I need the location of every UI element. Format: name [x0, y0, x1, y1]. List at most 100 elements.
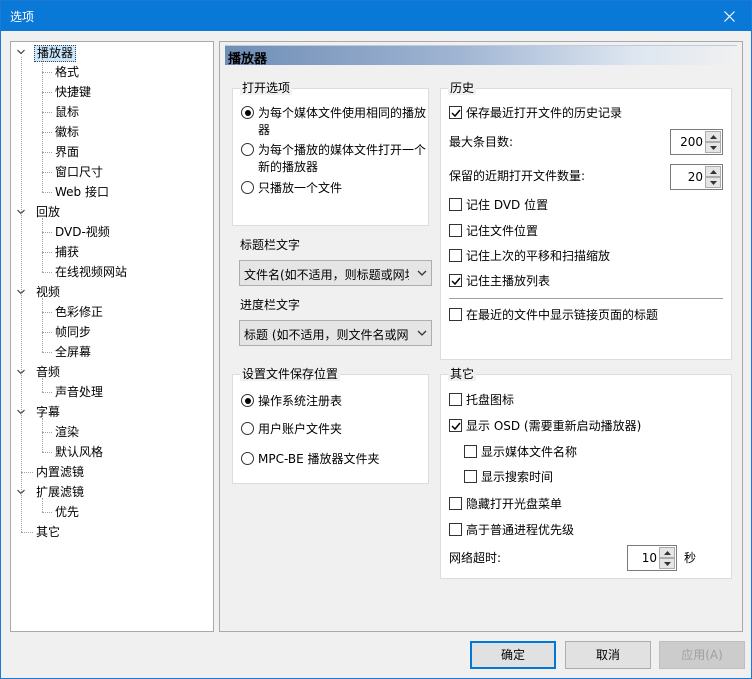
radio-user-folder-dot[interactable] [241, 422, 254, 435]
tree-node[interactable]: 内置滤镜 [11, 463, 211, 482]
check-hide-cd-menu[interactable]: 隐藏打开光盘菜单 [449, 496, 562, 513]
tree-leaf[interactable]: Web 接口 [11, 183, 211, 202]
tree-guide-line [42, 92, 52, 93]
check-keep-history[interactable]: 保存最近打开文件的历史记录 [449, 105, 622, 122]
category-tree[interactable]: 播放器 格式 快捷键 鼠标 徽标 界面 窗口尺寸 Web 接口 回放 DVD-视频 捕获 在线视频网站… [10, 41, 214, 632]
check-remember-pan-label: 记住上次的平移和扫描缩放 [466, 249, 611, 263]
check-tray-icon-box[interactable] [449, 393, 462, 406]
tree-guide-line [42, 58, 43, 192]
chevron-down-icon[interactable] [16, 47, 26, 57]
cancel-button[interactable]: 取消 [565, 641, 651, 669]
check-hide-cd-menu-box[interactable] [449, 497, 462, 510]
tree-item-label: 优先 [55, 505, 80, 519]
tree-leaf[interactable]: 徽标 [11, 123, 211, 142]
radio-player-folder[interactable]: MPC-BE 播放器文件夹 [241, 451, 380, 468]
tree-node[interactable]: 扩展滤镜 [11, 483, 211, 502]
check-show-osd-box[interactable] [449, 419, 462, 432]
radio-one-file-dot[interactable] [241, 181, 254, 194]
check-remember-file-label: 记住文件位置 [466, 224, 539, 238]
check-high-priority[interactable]: 高于普通进程优先级 [449, 522, 574, 539]
check-link-title-box[interactable] [449, 308, 462, 321]
arrow-up-icon [709, 169, 717, 174]
spin-down-button[interactable] [705, 177, 721, 188]
recent-count-spinner[interactable]: 20 [670, 164, 723, 190]
tree-leaf[interactable]: 鼠标 [11, 103, 211, 122]
tree-guide-line [42, 272, 52, 273]
title-bar: 选项 [1, 1, 751, 31]
tree-node[interactable]: 字幕 [11, 403, 211, 422]
options-window: 选项 播放器 格式 快捷键 鼠标 徽标 界面 窗口尺寸 Web 接口 回放 DVD-视频 捕获 在线视… [0, 0, 752, 679]
radio-user-folder[interactable]: 用户账户文件夹 [241, 421, 342, 438]
spin-down-button[interactable] [659, 558, 675, 569]
tree-leaf[interactable]: DVD-视频 [11, 223, 211, 242]
close-button[interactable] [707, 1, 751, 31]
radio-player-folder-dot[interactable] [241, 452, 254, 465]
tree-item-label: 默认风格 [55, 445, 104, 459]
radio-one-file[interactable]: 只播放一个文件 [241, 180, 427, 197]
spin-up-button[interactable] [659, 547, 675, 558]
radio-registry[interactable]: 操作系统注册表 [241, 393, 342, 410]
tree-leaf[interactable]: 在线视频网站 [11, 263, 211, 282]
check-osd-filename-box[interactable] [464, 445, 477, 458]
check-remember-pan-box[interactable] [449, 249, 462, 262]
tree-node[interactable]: 其它 [11, 523, 211, 542]
check-remember-file[interactable]: 记住文件位置 [449, 223, 538, 240]
tree-guide-line [42, 312, 52, 313]
check-show-osd[interactable]: 显示 OSD (需要重新启动播放器) [449, 418, 641, 435]
ok-button[interactable]: 确定 [470, 641, 556, 669]
tree-leaf[interactable]: 声音处理 [11, 383, 211, 402]
tree-leaf[interactable]: 界面 [11, 143, 211, 162]
check-remember-dvd-box[interactable] [449, 198, 462, 211]
chevron-down-icon [417, 330, 427, 336]
radio-new-player-label: 为每个播放的媒体文件打开一个新的播放器 [258, 143, 427, 174]
check-osd-filename[interactable]: 显示媒体文件名称 [464, 444, 577, 461]
tree-leaf[interactable]: 窗口尺寸 [11, 163, 211, 182]
tree-leaf[interactable]: 全屏幕 [11, 343, 211, 362]
tree-node[interactable]: 音频 [11, 363, 211, 382]
spin-down-button[interactable] [705, 142, 721, 153]
tree-leaf[interactable]: 快捷键 [11, 83, 211, 102]
title-bar-text-select[interactable]: 文件名(如不适用，则标题或网址) [239, 260, 432, 286]
tree-leaf[interactable]: 格式 [11, 63, 211, 82]
tree-leaf[interactable]: 渲染 [11, 423, 211, 442]
check-remember-playlist-box[interactable] [449, 274, 462, 287]
check-remember-dvd-label: 记住 DVD 位置 [466, 198, 549, 212]
check-link-title[interactable]: 在最近的文件中显示链接页面的标题 [449, 307, 658, 324]
tree-node[interactable]: 视频 [11, 283, 211, 302]
tree-item-label: 帧同步 [55, 325, 92, 339]
tree-leaf[interactable]: 帧同步 [11, 323, 211, 342]
check-remember-file-box[interactable] [449, 224, 462, 237]
check-osd-seektime[interactable]: 显示搜索时间 [464, 469, 553, 486]
check-show-osd-label: 显示 OSD (需要重新启动播放器) [466, 419, 642, 433]
apply-button[interactable]: 应用(A) [659, 641, 745, 669]
check-tray-icon[interactable]: 托盘图标 [449, 392, 514, 409]
check-remember-playlist-label: 记住主播放列表 [466, 274, 551, 288]
check-remember-playlist[interactable]: 记住主播放列表 [449, 273, 550, 290]
check-high-priority-box[interactable] [449, 523, 462, 536]
radio-same-player[interactable]: 为每个媒体文件使用相同的播放器 [241, 105, 427, 139]
spin-up-button[interactable] [705, 166, 721, 177]
tree-guide-line [42, 232, 52, 233]
check-remember-pan[interactable]: 记住上次的平移和扫描缩放 [449, 248, 610, 265]
tree-node[interactable]: 回放 [11, 203, 211, 222]
tree-node[interactable]: 播放器 [11, 43, 211, 62]
check-remember-dvd[interactable]: 记住 DVD 位置 [449, 197, 548, 214]
radio-same-player-dot[interactable] [241, 106, 254, 119]
max-entries-spinner[interactable]: 200 [670, 129, 723, 155]
net-timeout-spinner[interactable]: 10 [627, 545, 677, 571]
check-osd-seektime-box[interactable] [464, 470, 477, 483]
radio-registry-dot[interactable] [241, 394, 254, 407]
radio-new-player[interactable]: 为每个播放的媒体文件打开一个新的播放器 [241, 142, 427, 176]
checkmark-icon [451, 422, 461, 431]
check-keep-history-box[interactable] [449, 106, 462, 119]
check-osd-seektime-label: 显示搜索时间 [481, 470, 554, 484]
check-high-priority-label: 高于普通进程优先级 [466, 523, 575, 537]
spin-up-button[interactable] [705, 131, 721, 142]
tree-leaf[interactable]: 优先 [11, 503, 211, 522]
tree-leaf[interactable]: 捕获 [11, 243, 211, 262]
tree-leaf[interactable]: 默认风格 [11, 443, 211, 462]
seek-bar-text-select[interactable]: 标题 (如不适用，则文件名或网址) [239, 320, 432, 346]
check-osd-filename-label: 显示媒体文件名称 [481, 445, 578, 459]
radio-new-player-dot[interactable] [241, 143, 254, 156]
tree-leaf[interactable]: 色彩修正 [11, 303, 211, 322]
